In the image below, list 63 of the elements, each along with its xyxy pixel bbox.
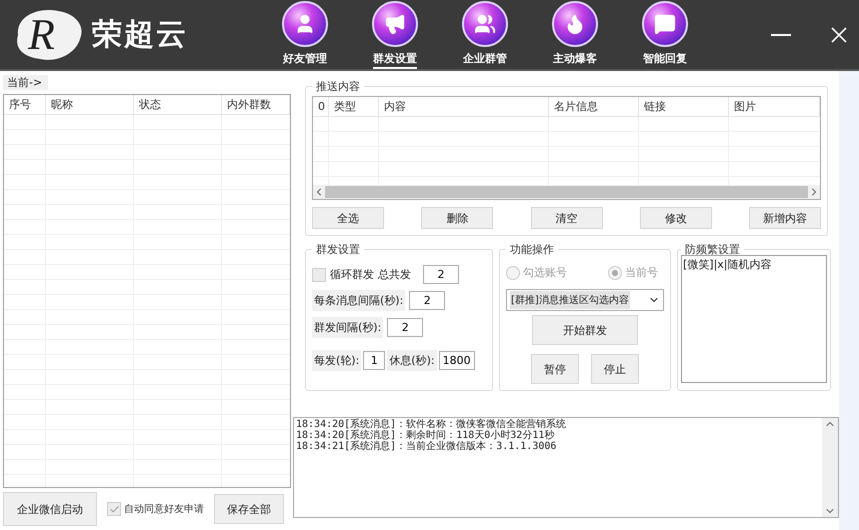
save-all-button[interactable]: 保存全部 bbox=[214, 494, 284, 524]
logo-letter: R bbox=[28, 8, 55, 60]
start-wecom-button[interactable]: 企业微信启动 bbox=[3, 492, 97, 526]
group-title: 推送内容 bbox=[315, 79, 361, 94]
horizontal-scrollbar[interactable] bbox=[313, 185, 820, 199]
push-action-button[interactable]: 删除 bbox=[421, 207, 494, 229]
column-header: 0 bbox=[313, 97, 329, 117]
start-send-button[interactable]: 开始群发 bbox=[532, 315, 638, 345]
current-account-label: 当前-> bbox=[3, 75, 48, 90]
column-header: 序号 bbox=[4, 95, 46, 115]
loop-checkbox[interactable] bbox=[312, 268, 326, 282]
megaphone-icon bbox=[384, 12, 406, 34]
field-label: 每发(轮): bbox=[312, 350, 362, 371]
vertical-scrollbar[interactable] bbox=[822, 418, 838, 517]
total-input[interactable]: 2 bbox=[423, 265, 459, 284]
nav-tab[interactable]: 智能回复 bbox=[643, 50, 687, 68]
column-header: 内外群数 bbox=[222, 95, 290, 115]
pause-button[interactable]: 暂停 bbox=[531, 354, 579, 384]
push-action-button[interactable]: 清空 bbox=[530, 207, 602, 229]
group-title: 群发设置 bbox=[315, 242, 361, 257]
column-header: 图片 bbox=[729, 97, 820, 117]
column-header: 内容 bbox=[379, 97, 549, 117]
interval-input[interactable]: 2 bbox=[409, 291, 446, 310]
field-label: 每条消息间隔(秒): bbox=[312, 290, 406, 311]
nav-orb-icon[interactable] bbox=[642, 0, 688, 46]
column-header: 名片信息 bbox=[549, 97, 639, 117]
field-label: 休息(秒): bbox=[387, 350, 437, 371]
nav-tab[interactable]: 企业群管 bbox=[463, 50, 507, 68]
nav-tab[interactable]: 主动爆客 bbox=[553, 50, 597, 68]
column-header: 昵称 bbox=[46, 95, 134, 115]
column-header: 类型 bbox=[329, 97, 379, 117]
group-title: 防频繁设置 bbox=[684, 242, 741, 257]
log-line: 18:34:21[系统消息]：当前企业微信版本：3.1.1.3006 bbox=[296, 441, 558, 452]
chat-icon bbox=[654, 12, 676, 34]
group-interval-input[interactable]: 2 bbox=[387, 318, 424, 337]
field-label: 群发间隔(秒): bbox=[312, 317, 384, 338]
rest-input[interactable]: 1800 bbox=[438, 351, 475, 370]
column-header: 状态 bbox=[134, 95, 222, 115]
per-round-input[interactable]: 1 bbox=[363, 351, 386, 370]
nav-orb-icon[interactable] bbox=[552, 0, 598, 46]
stop-button[interactable]: 停止 bbox=[591, 354, 639, 384]
checkbox-label: 循环群发 bbox=[330, 267, 374, 282]
nav-orb-icon[interactable] bbox=[372, 0, 418, 46]
log-line: 18:34:20[系统消息]：剩余时间：118天0小时32分11秒 bbox=[296, 430, 556, 441]
app-title: 荣超云 bbox=[92, 16, 189, 54]
group-title: 功能操作 bbox=[509, 242, 555, 257]
nav-tab[interactable]: 群发设置 bbox=[373, 50, 417, 68]
check-icon bbox=[108, 504, 120, 514]
close-icon[interactable] bbox=[831, 26, 847, 42]
minimize-icon[interactable] bbox=[771, 34, 791, 36]
anti-spam-text-area[interactable]: [微笑]|x|随机内容 bbox=[681, 255, 827, 383]
content-dropdown[interactable]: [群推]消息推送区勾选内容 bbox=[506, 289, 664, 311]
field-label: 总共发 bbox=[378, 267, 411, 282]
push-action-button[interactable]: 新增内容 bbox=[749, 207, 821, 229]
nav-orb-icon[interactable] bbox=[462, 0, 508, 46]
log-line: 18:34:20[系统消息]：软件名称：微侠客微信全能营销系统 bbox=[296, 419, 568, 430]
nav-tab[interactable]: 好友管理 bbox=[283, 50, 327, 68]
checkbox-label: 自动同意好友申请 bbox=[124, 502, 204, 516]
users-icon bbox=[474, 12, 496, 34]
column-header: 链接 bbox=[639, 97, 729, 117]
push-action-button[interactable]: 全选 bbox=[312, 207, 384, 229]
nav-orb-icon[interactable] bbox=[282, 0, 328, 46]
push-action-button[interactable]: 修改 bbox=[640, 207, 712, 229]
